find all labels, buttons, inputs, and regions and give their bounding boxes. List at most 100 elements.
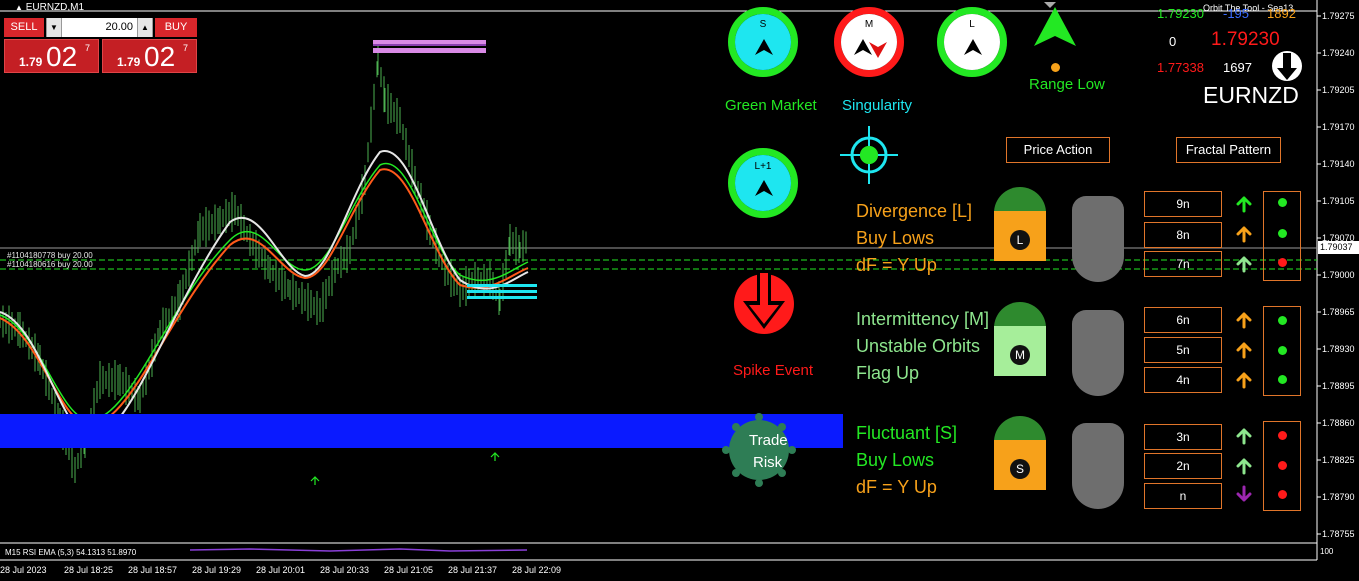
sell-price-prefix: 1.79 [19, 55, 43, 69]
fractal-tag: 7n [1144, 251, 1222, 277]
count-value: 1697 [1223, 60, 1252, 75]
status-dot [1278, 431, 1287, 440]
price-tick-label: 1.79105 [1322, 196, 1355, 206]
order-line-label-2[interactable]: #1104180616 buy 20.00 [7, 260, 93, 269]
fractal-dots-m [1263, 306, 1301, 396]
subwindow-label: M15 RSI EMA (5,3) 54.1313 51.8970 [5, 548, 137, 557]
rsi-line [189, 548, 528, 552]
trade-risk-label-1: Trade [749, 432, 788, 449]
resistance-marker [373, 44, 486, 46]
status-dot [1278, 346, 1287, 355]
up-arrow-icon [310, 476, 320, 485]
s-block-line3: dF = Y Up [856, 477, 937, 497]
sell-button[interactable]: SELL [4, 18, 44, 37]
time-tick-label: 28 Jul 21:05 [384, 565, 434, 575]
ema-line-orange [0, 168, 529, 427]
price-tick-label: 1.79205 [1322, 85, 1355, 95]
s-block-line1: Fluctuant [S] [856, 423, 958, 443]
price-tick-label: 1.79170 [1322, 122, 1355, 132]
m-pill [1072, 310, 1124, 396]
support-marker [467, 284, 537, 287]
s-gauge: S [994, 416, 1046, 490]
zero-value: 0 [1169, 34, 1177, 49]
one-click-trading-panel: SELL ▼ 20.00 ▲ BUY 1.79 02 7 1.79 02 7 [4, 18, 197, 73]
sell-price-sup: 7 [85, 43, 91, 53]
price-tick-label: 1.78825 [1322, 455, 1355, 465]
up-arrow-icon [964, 39, 982, 55]
m-block-line1: Intermittency [M] [856, 309, 990, 329]
s-gauge-letter: S [1010, 459, 1030, 479]
fractal-tag: 8n [1144, 222, 1222, 248]
price-tick-label: 1.79140 [1322, 159, 1355, 169]
buy-button[interactable]: BUY [155, 18, 197, 37]
price-tick-label: 1.79275 [1322, 11, 1355, 21]
fractal-tag: 2n [1144, 453, 1222, 479]
spike-event-label: Spike Event [733, 362, 814, 379]
fractal-pattern-header[interactable]: Fractal Pattern [1176, 137, 1281, 163]
subwindow-axis-label: 100 [1320, 547, 1334, 556]
down-circle-icon [1272, 51, 1302, 81]
status-dot [1278, 258, 1287, 267]
up-arrow-icon [1236, 226, 1252, 243]
negative-value: -195 [1223, 6, 1250, 21]
up-arrow-icon [1236, 458, 1252, 475]
price-tick-label: 1.78790 [1322, 492, 1355, 502]
fractal-tag: 4n [1144, 367, 1222, 393]
lot-value[interactable]: 20.00 [46, 18, 133, 37]
m-block-line2: Unstable Orbits [856, 336, 981, 356]
price-tick-label: 1.79240 [1322, 48, 1355, 58]
sell-price-box[interactable]: 1.79 02 7 [4, 39, 99, 73]
l-block-line3: dF = Y Up [856, 255, 937, 275]
time-tick-label: 28 Jul 22:09 [512, 565, 562, 575]
time-tick-label: 28 Jul 2023 [0, 565, 47, 575]
up-arrow-icon [755, 39, 773, 55]
l-pill [1072, 196, 1124, 282]
green-price: 1.79230 [1157, 6, 1204, 21]
price-tick-label: 1.79000 [1322, 270, 1355, 280]
up-arrow-icon [1236, 428, 1252, 445]
s-orbit-letter: S [759, 19, 767, 30]
s-block-line2: Buy Lows [856, 450, 935, 470]
l-orbit-indicator: L [937, 7, 1007, 77]
s-pill [1072, 423, 1124, 509]
trade-risk-label-2: Risk [753, 454, 783, 471]
buy-price-big: 02 [144, 41, 176, 72]
current-price-label: 1.79037 [1320, 242, 1353, 252]
lot-size-field[interactable]: ▼ 20.00 ▲ [46, 18, 153, 37]
l1-orbit-letter: L+1 [754, 161, 772, 172]
l-block-line1: Divergence [L] [856, 201, 973, 221]
l-gauge: L [994, 187, 1046, 261]
m-block-line3: Flag Up [856, 363, 920, 383]
order-line-label-1[interactable]: #1104180778 buy 20.00 [7, 251, 93, 260]
price-tick-label: 1.78930 [1322, 344, 1355, 354]
target-crosshair-icon [840, 126, 898, 184]
m-gauge-letter: M [1010, 345, 1030, 365]
trade-risk-icon [722, 413, 796, 487]
green-market-label: Green Market [725, 97, 817, 114]
up-arrow-icon [1236, 312, 1252, 329]
buy-price-box[interactable]: 1.79 02 7 [102, 39, 197, 73]
positive-value: 1892 [1267, 6, 1296, 21]
status-dot [1278, 229, 1287, 238]
red-price-small: 1.77338 [1157, 60, 1204, 75]
price-action-header[interactable]: Price Action [1006, 137, 1110, 163]
m-orbit-indicator: M [834, 7, 904, 77]
singularity-label: Singularity [842, 97, 913, 114]
fractal-tag: 9n [1144, 191, 1222, 217]
l1-orbit-indicator: L+1 [728, 148, 798, 218]
support-marker [467, 290, 537, 293]
fractal-tag: 5n [1144, 337, 1222, 363]
red-price-big: 1.79230 [1211, 29, 1280, 50]
chart-title: ▲ EURNZD,M1 [15, 2, 84, 13]
fractal-arrows [1236, 196, 1252, 502]
dropdown-arrow-icon[interactable]: ▲ [15, 3, 23, 12]
range-low-dot [1051, 63, 1060, 72]
symbol-timeframe: EURNZD,M1 [25, 2, 85, 13]
s-orbit-indicator: S [728, 7, 798, 77]
m-orbit-letter: M [864, 19, 874, 30]
lot-increase-icon[interactable]: ▲ [137, 18, 153, 37]
m-gauge: M [994, 302, 1046, 376]
resistance-marker [373, 48, 486, 53]
up-arrow-icon [755, 180, 773, 196]
up-arrow-icon [1236, 372, 1252, 389]
